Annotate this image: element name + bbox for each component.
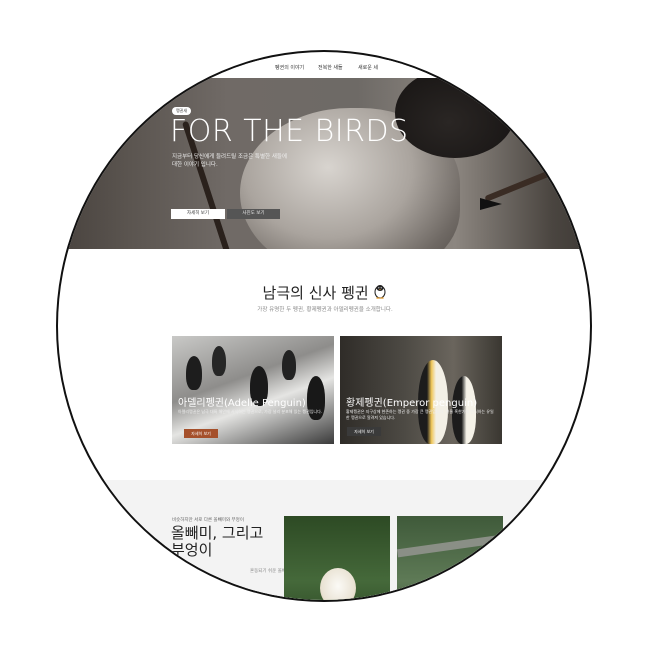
emperor-card-text: 황제펭귄은 지구상에 현존하는 펭귄 중 가장 큰 펭귄입니다. 겨울 혹한기에…: [346, 409, 494, 420]
emperor-penguin-card[interactable]: 황제펭귄(Emperor penguin) 황제펭귄은 지구상에 현존하는 펭귄…: [340, 336, 502, 444]
webpage: 펭귄의 이야기 전복한 새들 새로운 세 펭귄새 FOR THE BIRDS 지…: [58, 52, 590, 600]
nav-item-new[interactable]: 새로운 세: [358, 64, 378, 71]
penguin-title-text: 남극의 신사 펭귄: [262, 284, 369, 302]
adelie-card-title: 아델리펭귄(Adelie Penguin): [178, 398, 306, 409]
owl-face-image: [320, 568, 356, 600]
penguin-section-subtitle: 가장 유명한 두 펭귄, 황제펭귄과 아델리펭귄을 소개합니다.: [257, 307, 393, 313]
circular-viewport: 펭귄의 이야기 전복한 새들 새로운 세 펭귄새 FOR THE BIRDS 지…: [56, 50, 592, 602]
nav-item-birds[interactable]: 전복한 새들: [318, 64, 343, 71]
branch-image: [484, 140, 590, 202]
carousel-dots: [327, 238, 351, 249]
bird-beak-image: [480, 198, 502, 210]
owl-branch-image[interactable]: [396, 516, 504, 600]
emperor-card-title: 황제펭귄(Emperor penguin): [346, 398, 478, 409]
owl-section: 비슷하지만 서로 다른 올빼미와 부엉이 올빼미, 그리고 부엉이 혼동되기 쉬…: [58, 480, 590, 600]
penguin-section-title: 남극의 신사 펭귄: [58, 282, 590, 303]
emperor-details-button[interactable]: 자세히 보기: [347, 427, 381, 436]
nav-item-penguin-story[interactable]: 펭귄의 이야기: [275, 64, 304, 71]
hero-description: 지금부터 당신에게 들려드릴 조금은 특별한 새들에 대한 이야기 입니다.: [172, 154, 288, 168]
hero-banner: 펭귄새 FOR THE BIRDS 지금부터 당신에게 들려드릴 조금은 특별한…: [58, 78, 590, 249]
hero-title: FOR THE BIRDS: [170, 114, 409, 149]
penguin-image: [282, 350, 296, 380]
top-nav: 펭귄의 이야기 전복한 새들 새로운 세: [58, 60, 590, 78]
adelie-card-text: 아델리펭귄은 남극 대륙 해안에 서식하는 펭귄으로, 가장 널리 분포해 있는…: [178, 409, 323, 414]
branch-image: [58, 99, 99, 249]
hero-details-button[interactable]: 자세히 보기: [171, 209, 225, 219]
adelie-details-button[interactable]: 자세히 보기: [184, 429, 218, 438]
penguin-icon: [373, 284, 387, 303]
penguin-image: [212, 346, 226, 376]
owl-section-kicker: 비슷하지만 서로 다른 올빼미와 부엉이: [172, 518, 244, 523]
barn-owl-image[interactable]: [284, 516, 390, 600]
branch-image: [396, 534, 504, 558]
owl-section-title: 올빼미, 그리고 부엉이: [171, 524, 264, 559]
adelie-penguin-card[interactable]: 아델리펭귄(Adelie Penguin) 아델리펭귄은 남극 대륙 해안에 서…: [172, 336, 334, 444]
penguin-image: [186, 356, 202, 390]
hero-photos-button[interactable]: 사진도 보기: [227, 209, 280, 219]
